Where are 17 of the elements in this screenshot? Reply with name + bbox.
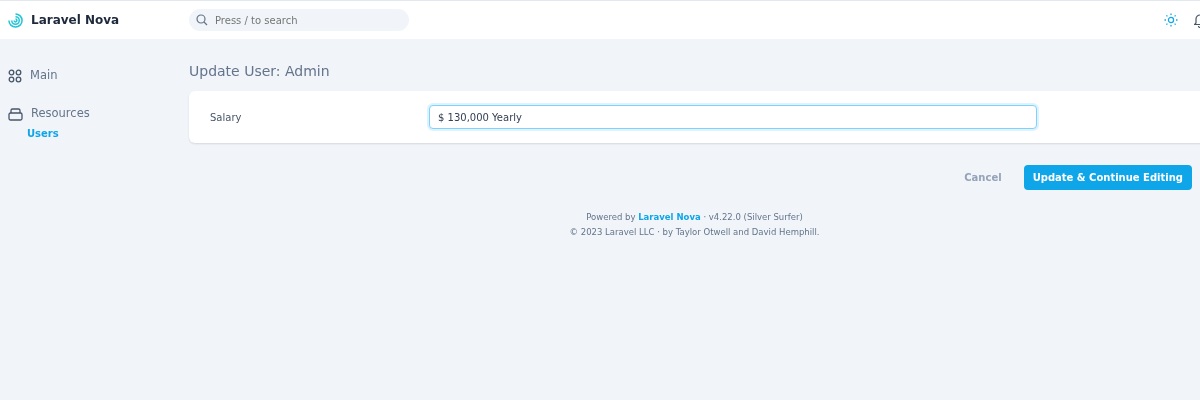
sun-icon[interactable] bbox=[1164, 13, 1178, 27]
field-label: Salary bbox=[209, 110, 243, 125]
grid-icon bbox=[8, 69, 22, 83]
sidebar-link[interactable]: Users bbox=[0, 126, 189, 141]
cancel-button[interactable]: Cancel bbox=[958, 169, 1008, 186]
update-button[interactable]: Update & Continue Editing bbox=[1023, 165, 1192, 190]
sidebar-item[interactable]: Main bbox=[30, 67, 58, 85]
brand-name[interactable]: Laravel Nova bbox=[31, 11, 120, 29]
powered-by-text: Powered by Laravel Nova · v4.22.0 (Silver Surfer) bbox=[585, 211, 804, 224]
page-title: Update User: Admin bbox=[189, 62, 331, 81]
sidebar-item[interactable]: Resources bbox=[31, 105, 90, 123]
nova-link[interactable]: Laravel Nova bbox=[638, 212, 701, 222]
search-field[interactable]: Press / to search bbox=[189, 9, 409, 31]
salary-field[interactable]: $ 130,000 Yearly bbox=[429, 105, 1037, 129]
logo-icon bbox=[8, 12, 23, 28]
copyright-text: © 2023 Laravel LLC · by Taylor Otwell and David Hemphill. bbox=[568, 226, 821, 239]
stack-icon bbox=[8, 107, 23, 121]
